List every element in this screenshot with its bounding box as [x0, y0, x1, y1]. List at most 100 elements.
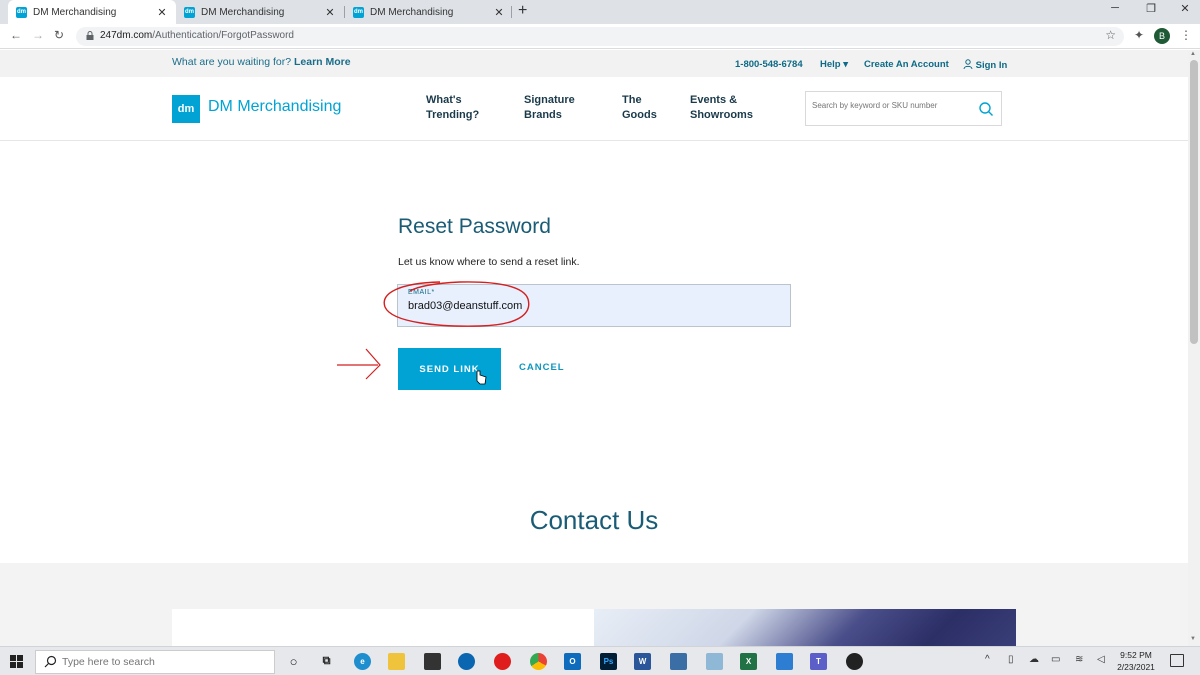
- app-icon[interactable]: [670, 653, 687, 670]
- nav-whats-trending[interactable]: What's Trending?: [426, 93, 479, 123]
- search-icon[interactable]: [978, 101, 994, 117]
- browser-tab-3[interactable]: dm DM Merchandising ✕: [345, 0, 513, 24]
- dm-favicon-icon: dm: [16, 6, 27, 18]
- store-icon[interactable]: [424, 653, 441, 670]
- close-tab-icon[interactable]: ✕: [324, 6, 336, 19]
- send-link-button[interactable]: SEND LINK: [398, 348, 501, 390]
- phone-link[interactable]: 1-800-548-6784: [735, 59, 803, 70]
- windows-start-icon[interactable]: [10, 655, 23, 668]
- nav-events-showrooms[interactable]: Events & Showrooms: [690, 93, 753, 123]
- close-tab-icon[interactable]: ✕: [156, 6, 168, 19]
- tray-device-icon[interactable]: ▯: [1008, 654, 1014, 665]
- windows-taskbar: ○ ⧉ e O Ps W X T ^ ▯ ☁ ▭ ≋ ◁ 9:52 PM 2/2…: [0, 646, 1200, 675]
- contact-photo: [594, 609, 1016, 646]
- annotation-arrow: [337, 348, 381, 380]
- scrollbar-thumb[interactable]: [1190, 60, 1198, 344]
- url-path: /Authentication/ForgotPassword: [152, 30, 294, 41]
- outlook-icon[interactable]: O: [564, 653, 581, 670]
- browser-tab-2[interactable]: dm DM Merchandising ✕: [176, 0, 344, 24]
- address-bar[interactable]: 247dm.com/Authentication/ForgotPassword …: [76, 27, 1124, 46]
- nav-signature-brands[interactable]: Signature Brands: [524, 93, 575, 123]
- clock-date: 2/23/2021: [1117, 662, 1155, 672]
- cortana-icon[interactable]: ○: [285, 653, 302, 670]
- nav-label-line1: Events &: [690, 94, 738, 106]
- promo-text: What are you waiting for? Learn More: [172, 56, 351, 68]
- onedrive-icon[interactable]: ☁: [1029, 654, 1039, 665]
- app-icon-2[interactable]: [706, 653, 723, 670]
- clock-time: 9:52 PM: [1120, 650, 1152, 660]
- logo-text[interactable]: DM Merchandising: [208, 98, 341, 116]
- tab-title: DM Merchandising: [33, 6, 117, 18]
- taskbar-clock[interactable]: 9:52 PM 2/23/2021: [1114, 649, 1158, 673]
- bookmark-star-icon[interactable]: ☆: [1105, 28, 1116, 42]
- lock-icon: [86, 31, 94, 40]
- tray-chevron-icon[interactable]: ^: [985, 654, 990, 665]
- contact-section: [0, 563, 1188, 646]
- nav-label-line1: Signature: [524, 94, 575, 106]
- profile-avatar[interactable]: B: [1154, 28, 1170, 44]
- nav-label-line2: Trending?: [426, 109, 480, 121]
- browser-tab-1[interactable]: dm DM Merchandising ✕: [8, 0, 176, 24]
- dm-logo-mark[interactable]: dm: [172, 95, 200, 123]
- create-account-link[interactable]: Create An Account: [864, 59, 949, 70]
- page-scrollbar[interactable]: ▲ ▼: [1188, 50, 1200, 646]
- file-explorer-icon[interactable]: [388, 653, 405, 670]
- minimize-icon[interactable]: ─: [1100, 2, 1130, 14]
- site-search: [805, 91, 1002, 126]
- main-content: Reset Password Let us know where to send…: [0, 141, 1188, 563]
- sign-in-link[interactable]: Sign In: [963, 59, 1007, 71]
- sign-in-label: Sign In: [975, 60, 1008, 71]
- tab-strip: dm DM Merchandising ✕ dm DM Merchandisin…: [0, 0, 1200, 24]
- tab-separator: [511, 6, 512, 18]
- tab-title: DM Merchandising: [201, 6, 285, 18]
- chrome-icon[interactable]: [530, 653, 547, 670]
- menu-kebab-icon[interactable]: ⋮: [1180, 28, 1192, 42]
- volume-icon[interactable]: ◁: [1097, 654, 1105, 665]
- extensions-icon[interactable]: ✦: [1134, 28, 1144, 42]
- scroll-up-icon[interactable]: ▲: [1190, 51, 1196, 57]
- nav-label-line1: The: [622, 94, 642, 106]
- window-close-icon[interactable]: ✕: [1170, 2, 1200, 15]
- scroll-down-icon[interactable]: ▼: [1190, 636, 1196, 642]
- url-text: 247dm.com/Authentication/ForgotPassword: [100, 30, 294, 41]
- contact-us-heading: Contact Us: [529, 505, 659, 535]
- battery-icon[interactable]: ▭: [1051, 654, 1060, 665]
- dell-icon[interactable]: [458, 653, 475, 670]
- forward-icon[interactable]: →: [32, 28, 44, 42]
- nav-the-goods[interactable]: The Goods: [622, 93, 657, 123]
- page-title: Reset Password: [398, 215, 551, 238]
- taskbar-search: [35, 650, 275, 674]
- new-tab-icon[interactable]: +: [518, 2, 527, 20]
- url-host: 247dm.com: [100, 30, 153, 41]
- back-icon[interactable]: ←: [10, 28, 22, 42]
- annotation-overlay: [337, 281, 530, 385]
- reload-icon[interactable]: ↻: [54, 28, 64, 42]
- edge-icon[interactable]: e: [354, 653, 371, 670]
- opera-icon[interactable]: [494, 653, 511, 670]
- restore-icon[interactable]: ❐: [1136, 2, 1166, 15]
- email-input[interactable]: [408, 300, 778, 312]
- photos-icon[interactable]: [776, 653, 793, 670]
- close-tab-icon[interactable]: ✕: [493, 6, 505, 19]
- browser-toolbar: ← → ↻ 247dm.com/Authentication/ForgotPas…: [0, 24, 1200, 49]
- media-icon[interactable]: [846, 653, 863, 670]
- photoshop-icon[interactable]: Ps: [600, 653, 617, 670]
- site-search-input[interactable]: [812, 101, 972, 110]
- help-menu[interactable]: Help ▾: [820, 59, 848, 70]
- excel-icon[interactable]: X: [740, 653, 757, 670]
- dm-favicon-icon: dm: [353, 6, 364, 18]
- email-field: EMAIL*: [397, 284, 791, 327]
- taskbar-search-input[interactable]: [62, 656, 262, 668]
- site-header: dm DM Merchandising What's Trending? Sig…: [0, 77, 1188, 141]
- task-view-icon[interactable]: ⧉: [318, 653, 335, 670]
- word-icon[interactable]: W: [634, 653, 651, 670]
- nav-label-line1: What's: [426, 94, 462, 106]
- learn-more-link[interactable]: Learn More: [294, 56, 351, 68]
- cancel-button[interactable]: CANCEL: [519, 362, 565, 373]
- nav-label-line2: Brands: [524, 109, 562, 121]
- user-icon: [963, 59, 973, 70]
- teams-icon[interactable]: T: [810, 653, 827, 670]
- notifications-icon[interactable]: [1170, 654, 1184, 667]
- wifi-icon[interactable]: ≋: [1075, 654, 1083, 665]
- nav-label-line2: Goods: [622, 109, 657, 121]
